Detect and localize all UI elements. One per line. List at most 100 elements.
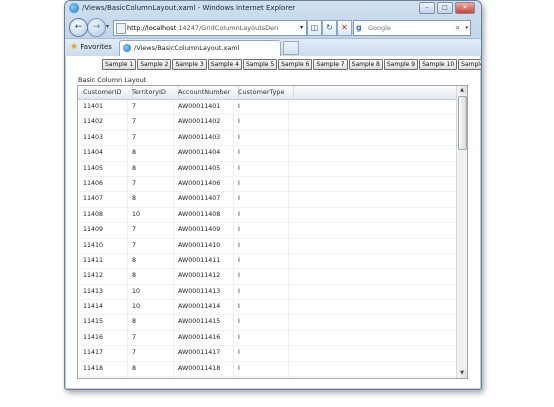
table-row[interactable]: 11402 7 AW00011402 I [78, 115, 456, 131]
cell-account-number: AW00011410 [178, 241, 221, 249]
cell-customer-type: I [238, 287, 240, 295]
favorites-button[interactable]: ★ Favorites [70, 42, 112, 53]
table-row[interactable]: 11407 8 AW00011407 I [78, 192, 456, 208]
cell-territory-id: 10 [127, 377, 178, 378]
header-territory-id[interactable]: TerritoryID [127, 86, 179, 99]
cell-account-number: AW00011418 [178, 364, 221, 372]
cell-customer-id: 11415 [83, 318, 104, 326]
scroll-thumb[interactable] [458, 96, 467, 150]
table-row[interactable]: 11413 10 AW00011413 I [78, 285, 456, 301]
sample-10-button[interactable]: Sample 10 [419, 59, 458, 70]
table-row[interactable]: 11415 8 AW00011415 I [78, 315, 456, 331]
search-box[interactable]: g Google ⌕ ▾ [353, 20, 471, 36]
back-button[interactable]: ← [69, 18, 88, 37]
vertical-scrollbar[interactable]: ▲ ▼ [456, 86, 467, 378]
sample-1-button[interactable]: Sample 1 [102, 59, 137, 70]
window-title: /Views/BasicColumnLayout.xaml - Windows … [82, 4, 296, 12]
table-row[interactable]: 11416 7 AW00011416 I [78, 331, 456, 347]
cell-customer-id: 11405 [83, 164, 104, 172]
url-text[interactable]: http://localhost:14247/GridColumnLayouts… [127, 24, 289, 32]
cell-customer-type: I [238, 318, 240, 326]
cell-customer-type: I [238, 333, 240, 341]
cell-territory-id: 8 [132, 364, 137, 372]
maximize-button[interactable]: □ [437, 2, 453, 14]
window-controls: – □ ✕ [417, 2, 475, 14]
table-row[interactable]: 11411 8 AW00011411 I [78, 254, 456, 270]
cell-customer-type: I [238, 195, 240, 203]
table-row[interactable]: 11409 7 AW00011409 I [78, 223, 456, 239]
cell-territory-id: 10 [132, 303, 141, 311]
scroll-down-button[interactable]: ▼ [457, 369, 467, 378]
cell-customer-id: 11417 [83, 349, 104, 357]
table-row[interactable]: 11417 7 AW00011417 I [78, 346, 456, 362]
cell-territory-id: 7 [132, 333, 137, 341]
cell-territory-id: 7 [132, 241, 137, 249]
ie-page-icon [123, 44, 131, 52]
cell-territory-id: 7 [132, 133, 137, 141]
close-button[interactable]: ✕ [455, 2, 475, 14]
search-input[interactable]: Google [368, 24, 391, 32]
cell-customer-type: I [238, 179, 240, 187]
table-row[interactable]: 11405 8 AW00011405 I [78, 162, 456, 177]
cell-customer-id: 11402 [83, 118, 104, 126]
sample-buttons: Sample 1 Sample 2 Sample 3 Sample 4 Samp… [102, 59, 481, 70]
minimize-button[interactable]: – [419, 2, 435, 14]
table-row[interactable]: 11403 7 AW00011403 I [78, 131, 456, 147]
sample-9-button[interactable]: Sample 9 [383, 59, 419, 70]
cell-account-number: AW00011413 [178, 287, 221, 295]
sample-4-button[interactable]: Sample 4 [207, 59, 242, 70]
cell-customer-id: 11409 [83, 226, 104, 234]
cell-territory-id: 8 [132, 256, 137, 264]
cell-territory-id: 8 [132, 272, 137, 280]
favorites-bar: ★ Favorites /Views/BasicColumnLayout.xam… [65, 38, 481, 57]
new-tab-button[interactable] [283, 41, 299, 55]
sample-6-button[interactable]: Sample 6 [278, 59, 313, 70]
compatibility-view-button[interactable]: ◫ [307, 20, 322, 36]
table-row[interactable]: 11401 7 AW00011401 I [78, 100, 456, 116]
sample-3-button[interactable]: Sample 3 [172, 59, 207, 70]
refresh-button[interactable]: ↻ [322, 20, 337, 36]
sample-11-button[interactable]: Sample 11 [458, 59, 481, 70]
browser-window: /Views/BasicColumnLayout.xaml - Windows … [64, 0, 482, 390]
ie-logo-icon [69, 3, 79, 13]
sample-2-button[interactable]: Sample 2 [137, 59, 172, 70]
tab-active[interactable]: /Views/BasicColumnLayout.xaml [119, 40, 281, 56]
cell-territory-id: 8 [132, 195, 137, 203]
cell-customer-id: 11408 [83, 210, 104, 218]
header-customer-type[interactable]: CustomerType [233, 86, 294, 99]
table-row[interactable]: 11404 8 AW00011404 I [78, 146, 456, 162]
stop-button[interactable]: ✕ [337, 20, 352, 36]
cell-territory-id: 7 [132, 179, 137, 187]
cell-territory-id: 7 [132, 349, 137, 357]
table-row[interactable]: 11418 8 AW00011418 I [78, 362, 456, 378]
recent-pages-dropdown[interactable]: ▾ [106, 23, 109, 30]
cell-account-number: AW00011404 [178, 149, 221, 157]
sample-7-button[interactable]: Sample 7 [313, 59, 348, 70]
header-account-number[interactable]: AccountNumber [173, 86, 239, 99]
cell-account-number: AW00011402 [178, 118, 221, 126]
address-bar[interactable]: http://localhost:14247/GridColumnLayouts… [113, 20, 307, 36]
table-row[interactable]: 11414 10 AW00011414 I [78, 300, 456, 316]
cell-customer-id: 11410 [83, 241, 104, 249]
cell-customer-id: 11403 [83, 133, 104, 141]
cell-account-number: AW00011401 [178, 103, 221, 110]
table-row[interactable]: 11408 10 AW00011408 I [78, 208, 456, 224]
page-content: Sample 1 Sample 2 Sample 3 Sample 4 Samp… [66, 56, 481, 388]
table-row[interactable]: 1141910AW00011419I [78, 377, 456, 378]
header-customer-id[interactable]: CustomerID [78, 86, 133, 99]
cell-account-number: AW00011419 [173, 377, 238, 378]
cell-territory-id: 7 [132, 226, 137, 234]
address-dropdown-icon[interactable]: ▾ [300, 24, 303, 31]
cell-account-number: AW00011414 [178, 303, 221, 311]
cell-customer-id: 11407 [83, 195, 104, 203]
cell-territory-id: 10 [132, 210, 141, 218]
sample-5-button[interactable]: Sample 5 [242, 59, 278, 70]
table-row[interactable]: 11412 8 AW00011412 I [78, 269, 456, 285]
search-options-icon[interactable]: ▾ [465, 25, 468, 31]
forward-button[interactable]: → [87, 18, 106, 37]
sample-8-button[interactable]: Sample 8 [348, 59, 383, 70]
scroll-up-button[interactable]: ▲ [457, 86, 467, 95]
search-icon[interactable]: ⌕ [456, 23, 460, 33]
table-row[interactable]: 11410 7 AW00011410 I [78, 239, 456, 254]
table-row[interactable]: 11406 7 AW00011406 I [78, 177, 456, 193]
